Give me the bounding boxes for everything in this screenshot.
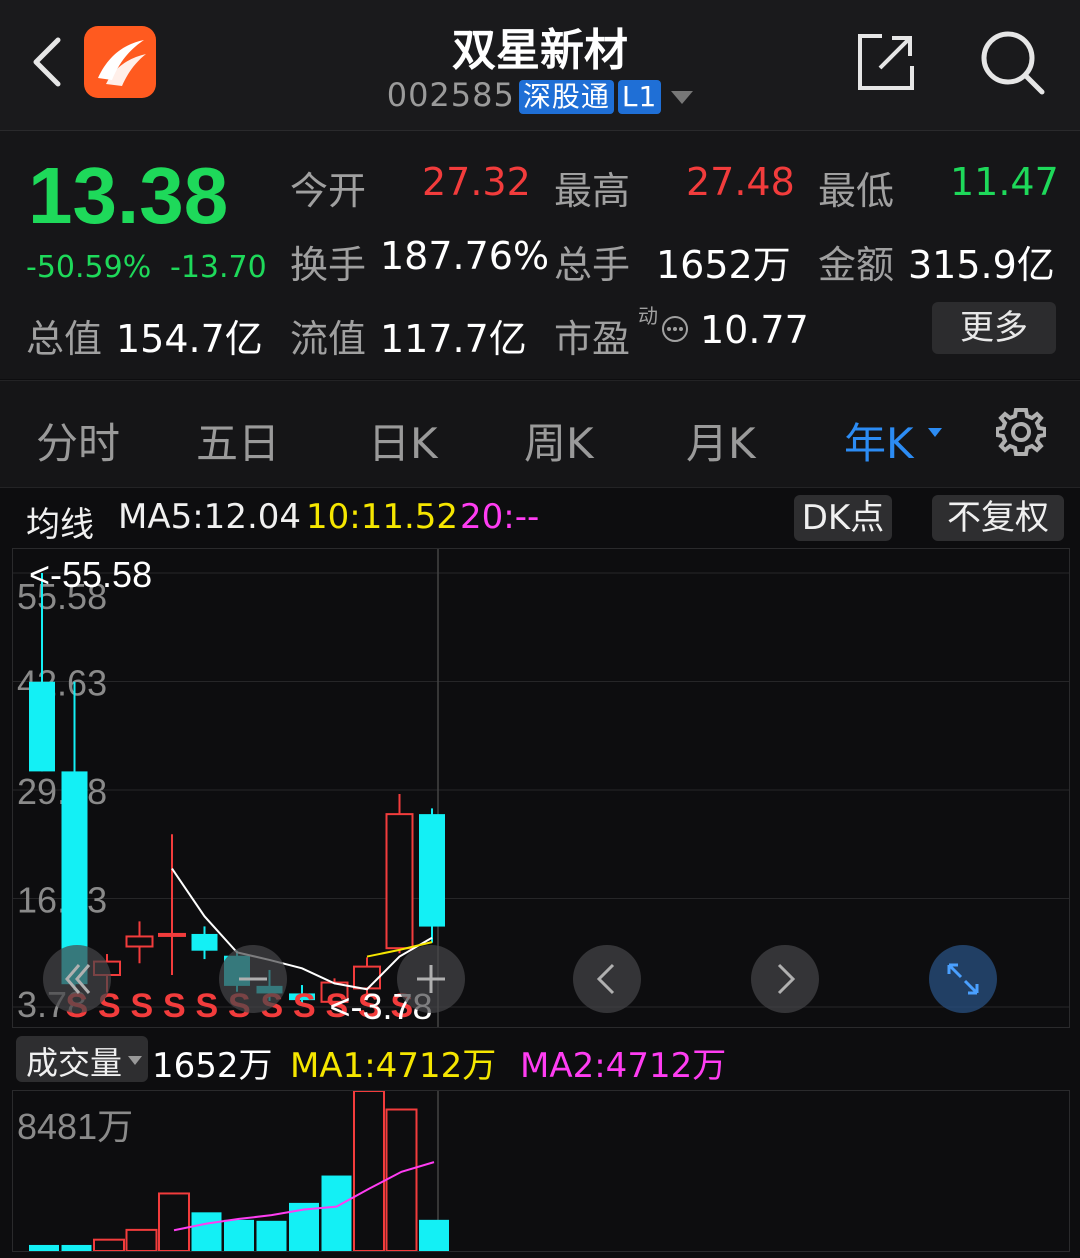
volume-bar: [158, 1192, 190, 1251]
volume-current: 1652万: [152, 1046, 273, 1086]
ma-label: 均线: [26, 505, 94, 545]
volume-y-label: 8481万: [17, 1106, 133, 1147]
mktcap-label: 总值: [26, 317, 103, 361]
candle-body: [191, 933, 218, 951]
volume-bar: [419, 1219, 449, 1251]
volume-bar: [321, 1175, 352, 1251]
sell-signal: S: [196, 987, 219, 1025]
chevron-down-icon[interactable]: [671, 90, 694, 104]
dk-point-button[interactable]: DK点: [794, 495, 892, 541]
volume-chart[interactable]: 8481万: [12, 1090, 1070, 1252]
connect-badge: 深股通: [518, 80, 614, 114]
tab-weekly-k[interactable]: 周K: [524, 410, 594, 471]
volume-bar: [256, 1220, 287, 1251]
candle-body: [385, 813, 414, 950]
volume-bar: [93, 1238, 125, 1251]
volume-bar: [385, 1108, 418, 1251]
zoom-in-button[interactable]: [397, 945, 465, 1013]
high-value: 27.48: [686, 160, 795, 204]
caret-down-icon: [128, 1056, 142, 1065]
tab-yearly-k[interactable]: 年K: [844, 410, 914, 471]
ma20-value: 20:--: [460, 497, 540, 537]
candle-body: [125, 935, 154, 948]
change-percent: -50.59%: [26, 250, 152, 285]
max-price-marker: <-55.58: [29, 554, 152, 595]
volume-bar: [125, 1228, 158, 1251]
candle-body: [419, 814, 445, 927]
adjust-mode-button[interactable]: 不复权: [932, 495, 1064, 541]
last-price: 13.38: [28, 151, 229, 240]
pe-label: 市盈: [554, 317, 631, 361]
stock-name: 双星新材: [452, 25, 628, 76]
volume-label: 总手: [554, 243, 631, 287]
tab-daily-k[interactable]: 日K: [368, 410, 438, 471]
scroll-left-fast-button[interactable]: [43, 945, 111, 1013]
sell-signal: S: [163, 987, 186, 1025]
gear-icon[interactable]: [996, 406, 1046, 458]
amount-value: 315.9亿: [908, 243, 1055, 287]
volume-bar: [61, 1244, 92, 1251]
tab-monthly-k[interactable]: 月K: [686, 410, 756, 471]
level-badge: L1: [617, 80, 662, 114]
volume-indicator-selector[interactable]: 成交量: [16, 1036, 148, 1082]
fullscreen-button[interactable]: [929, 945, 997, 1013]
pe-value: 10.77: [700, 308, 809, 352]
sell-signal: S: [293, 987, 316, 1025]
candle-body: [158, 932, 186, 937]
high-label: 最高: [554, 169, 631, 213]
share-icon[interactable]: [856, 32, 916, 92]
change-amount: -13.70: [170, 250, 267, 285]
volume-value: 1652万: [656, 243, 791, 287]
volume-bar: [224, 1219, 254, 1251]
open-label: 今开: [290, 169, 367, 213]
volume-ma2: MA2:4712万: [520, 1046, 727, 1086]
more-info-icon[interactable]: [660, 314, 690, 344]
search-icon[interactable]: [978, 28, 1046, 96]
amount-label: 金额: [818, 243, 895, 287]
turnover-value: 187.76%: [380, 234, 550, 278]
float-value: 117.7亿: [380, 317, 527, 361]
turnover-label: 换手: [290, 243, 367, 287]
open-value: 27.32: [422, 160, 531, 204]
tab-intraday[interactable]: 分时: [36, 410, 120, 471]
sell-signal: S: [131, 987, 154, 1025]
volume-indicator-label: 成交量: [26, 1044, 123, 1082]
kline-chart[interactable]: 55.5842.6329.6816.733.78SSSSSSSSSSS<-55.…: [12, 548, 1070, 1028]
more-button[interactable]: 更多: [932, 302, 1056, 354]
tab-five-day[interactable]: 五日: [196, 410, 280, 471]
volume-bar: [191, 1212, 222, 1251]
mktcap-value: 154.7亿: [116, 317, 263, 361]
ma5-value: MA5:12.04: [118, 497, 302, 537]
candle-body: [29, 681, 55, 772]
low-label: 最低: [818, 169, 895, 213]
volume-bar: [353, 1091, 385, 1251]
scroll-right-button[interactable]: [751, 945, 819, 1013]
stock-code: 002585: [386, 76, 515, 114]
float-label: 流值: [290, 317, 367, 361]
volume-bar: [29, 1244, 59, 1251]
zoom-out-button[interactable]: [219, 945, 287, 1013]
volume-ma1: MA1:4712万: [290, 1046, 497, 1086]
ma10-value: 10:11.52: [306, 497, 459, 537]
low-value: 11.47: [950, 160, 1059, 204]
caret-down-icon[interactable]: [928, 428, 942, 437]
stock-code-line[interactable]: 002585 深股通 L1: [0, 76, 1080, 114]
scroll-left-button[interactable]: [573, 945, 641, 1013]
pe-dynamic-sup: 动: [638, 304, 658, 328]
